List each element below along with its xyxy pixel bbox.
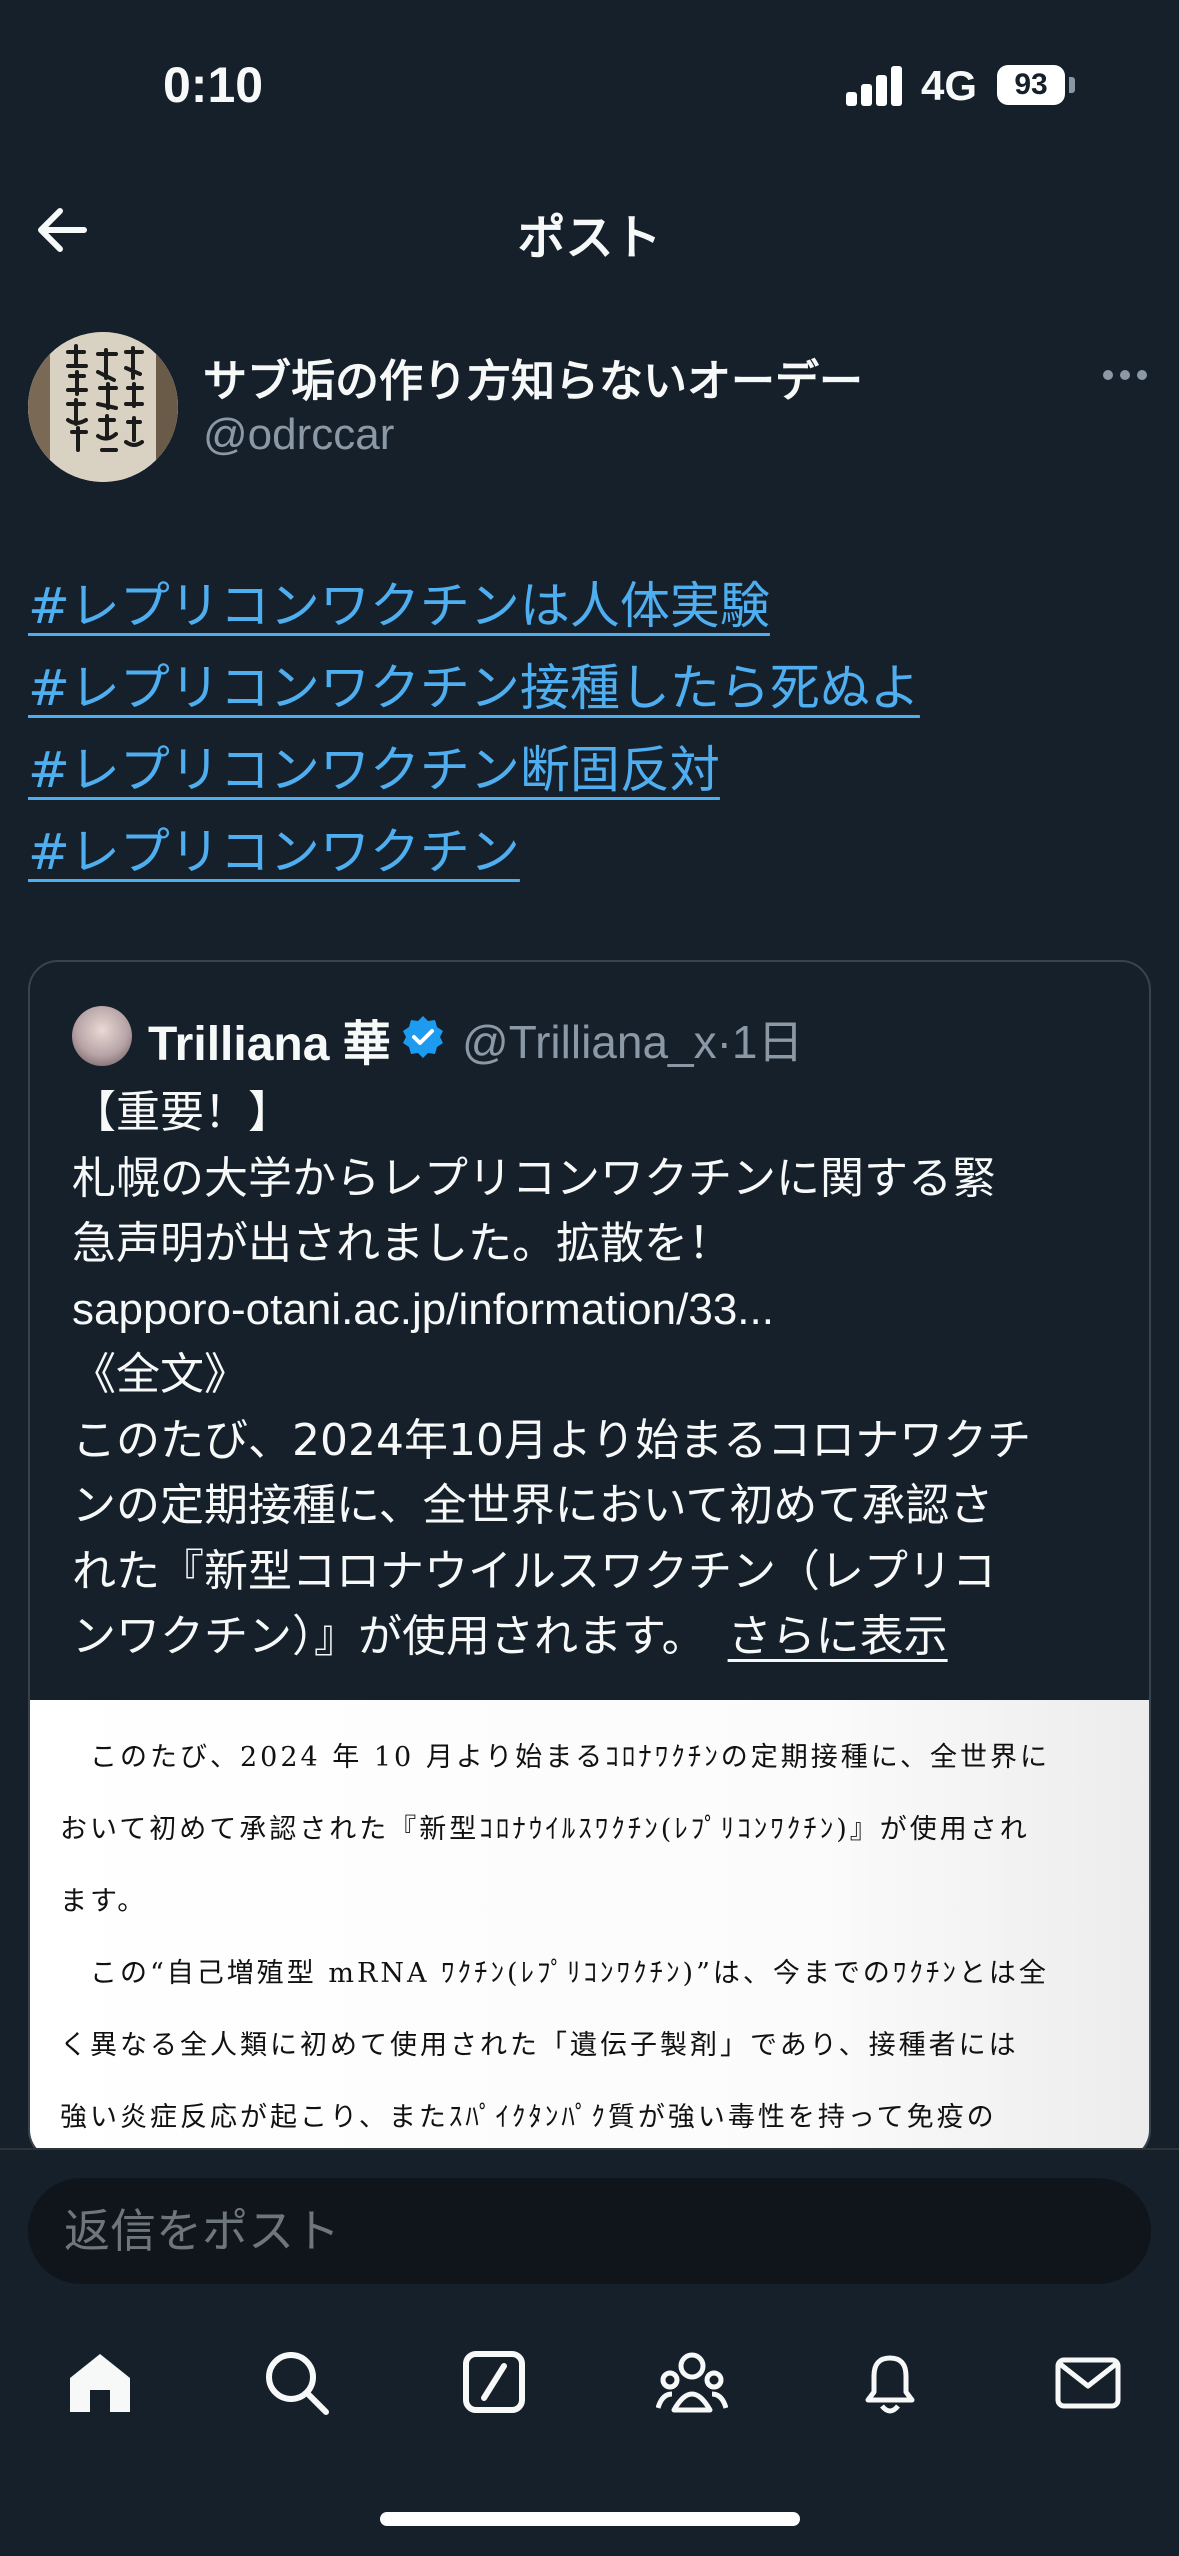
quoted-line: ンワクチン）』が使用されます。 [72, 1611, 706, 1662]
home-indicator[interactable] [380, 2512, 800, 2526]
doc-line: この“自己増殖型 mRNA ﾜｸﾁﾝ(ﾚﾌﾟﾘｺﾝﾜｸﾁﾝ)”は、今までのﾜｸﾁ… [60, 1958, 1049, 1989]
show-more-link[interactable]: さらに表示 [728, 1611, 948, 1662]
battery-icon [1069, 77, 1075, 93]
hashtag-link[interactable]: #レプリコンワクチン接種したら死ぬよ [28, 647, 920, 729]
quoted-line: ンの定期接種に、全世界において初めて承認さ [72, 1480, 994, 1531]
quoted-line: れた『新型コロナウイルスワクチン（レプリコ [72, 1545, 996, 1597]
status-bar: 0:10 4G 93 [0, 0, 1179, 160]
author-handle[interactable]: @odrccar [203, 410, 394, 460]
quoted-line: 【重要！】 [72, 1087, 292, 1138]
doc-line: 強い炎症反応が起こり、またｽﾊﾟｲｸﾀﾝﾊﾟｸ質が強い毒性を持って免疫の [60, 2102, 997, 2133]
hashtag-link[interactable]: #レプリコンワクチン [28, 811, 920, 893]
status-time: 0:10 [163, 57, 264, 113]
quoted-line: 急声明が出されました。拡散を！ [72, 1218, 732, 1269]
communities-icon[interactable] [656, 2346, 728, 2418]
search-icon[interactable] [260, 2346, 332, 2418]
quoted-text: 【重要！】 札幌の大学からレプリコンワクチンに関する緊 急声明が出されました。拡… [72, 1080, 1132, 1670]
quoted-post[interactable]: Trilliana 華 @Trilliana_x·1日 【重要！】 札幌の大学か… [28, 960, 1151, 2160]
home-icon[interactable] [64, 2346, 136, 2418]
quoted-line: 《全文》 [72, 1349, 248, 1400]
quoted-line: sapporo-otani.ac.jp/information/33... [72, 1284, 774, 1334]
doc-line: く異なる全人類に初めて使用された「遺伝子製剤」であり、接種者には [60, 2030, 1019, 2061]
quoted-line: このたび、2024年10月より始まるコロナワクチ [72, 1414, 1032, 1466]
reply-input[interactable]: 返信をポスト [28, 2178, 1151, 2284]
quoted-avatar [72, 1006, 132, 1066]
page-title: ポスト [517, 210, 662, 266]
quoted-line: 札幌の大学からレプリコンワクチンに関する緊 [72, 1152, 996, 1204]
tab-bar [0, 2318, 1179, 2458]
avatar[interactable] [28, 332, 178, 482]
quoted-handle-time: @Trilliana_x·1日 [462, 1016, 804, 1068]
verified-badge-icon [403, 1016, 443, 1058]
page-header: ポスト [0, 170, 1179, 290]
attached-document-image[interactable]: このたび、2024 年 10 月より始まるｺﾛﾅﾜｸﾁﾝの定期接種に、全世界に … [30, 1700, 1149, 2158]
avatar-calligraphy [28, 332, 178, 482]
hashtag-link[interactable]: #レプリコンワクチンは人体実験 [28, 565, 920, 647]
notifications-icon[interactable] [854, 2346, 926, 2418]
grok-icon[interactable] [458, 2346, 530, 2418]
network-type: 4G [921, 62, 978, 109]
doc-line: ます。 [60, 1886, 148, 1917]
doc-line: おいて初めて承認された『新型ｺﾛﾅｳｲﾙｽﾜｸﾁﾝ(ﾚﾌﾟﾘｺﾝﾜｸﾁﾝ)』が使… [60, 1814, 1030, 1845]
post-body: #レプリコンワクチンは人体実験 #レプリコンワクチン接種したら死ぬよ #レプリコ… [28, 565, 920, 893]
more-options-icon[interactable] [1100, 360, 1150, 390]
signal-icon [846, 66, 904, 106]
battery-level: 93 [997, 65, 1065, 105]
author-name[interactable]: サブ垢の作り方知らないオーデー [203, 345, 863, 409]
quoted-author-name: Trilliana 華 [148, 1018, 391, 1071]
doc-line: このたび、2024 年 10 月より始まるｺﾛﾅﾜｸﾁﾝの定期接種に、全世界に [60, 1742, 1050, 1773]
messages-icon[interactable] [1052, 2346, 1124, 2418]
hashtag-link[interactable]: #レプリコンワクチン断固反対 [28, 729, 920, 811]
quoted-line-last: ンワクチン）』が使用されます。 さらに表示 [72, 1604, 1132, 1670]
